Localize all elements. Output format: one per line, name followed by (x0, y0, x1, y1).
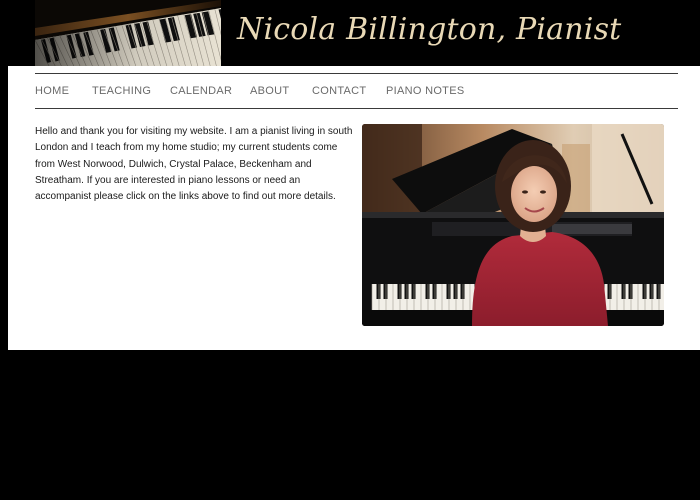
nav-about[interactable]: ABOUT (250, 74, 289, 108)
site-title: Nicola Billington, Pianist (237, 12, 622, 47)
nav-contact[interactable]: CONTACT (312, 74, 366, 108)
nav-teaching[interactable]: TEACHING (92, 74, 151, 108)
main-nav: HOME TEACHING CALENDAR ABOUT CONTACT PIA… (35, 73, 678, 109)
main-panel: HOME TEACHING CALENDAR ABOUT CONTACT PIA… (8, 66, 700, 350)
pianist-photo (362, 124, 664, 326)
nav-home[interactable]: HOME (35, 74, 69, 108)
intro-text: Hello and thank you for visiting my webs… (35, 126, 353, 203)
piano-keys-banner-image (35, 0, 221, 66)
nav-calendar[interactable]: CALENDAR (170, 74, 232, 108)
site-header: Nicola Billington, Pianist (0, 0, 700, 66)
nav-piano-notes[interactable]: PIANO NOTES (386, 74, 464, 108)
